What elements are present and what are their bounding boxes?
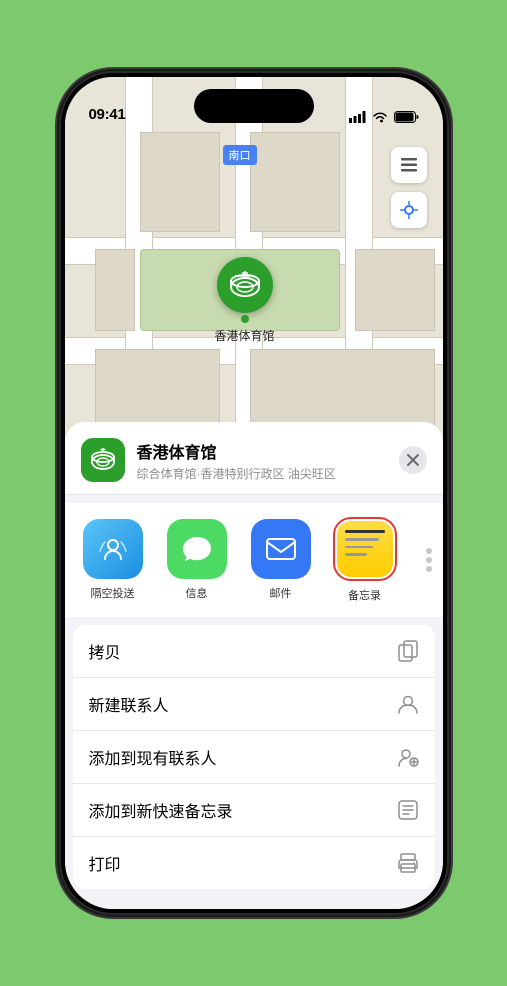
location-name: 香港体育馆 [137,439,387,463]
action-print-label: 打印 [89,851,121,875]
share-label-notes: 备忘录 [348,587,381,603]
airdrop-icon [83,519,143,579]
signal-icon [349,111,366,123]
share-item-airdrop[interactable]: 隔空投送 [73,519,153,601]
copy-icon [397,640,419,662]
pin-icon [217,257,273,313]
bottom-sheet: 香港体育馆 综合体育馆·香港特别行政区 油尖旺区 [65,422,443,909]
battery-icon [394,111,419,123]
action-quick-note[interactable]: 添加到新快速备忘录 [73,784,435,837]
notes-selected-border [333,517,397,581]
dynamic-island [194,89,314,123]
action-new-contact-label: 新建联系人 [89,692,169,716]
location-info: 香港体育馆 综合体育馆·香港特别行政区 油尖旺区 [137,439,387,482]
map-controls [391,147,427,228]
action-new-contact[interactable]: 新建联系人 [73,678,435,731]
more-button[interactable] [409,530,443,590]
status-time: 09:41 [89,106,126,123]
share-item-notes[interactable]: 备忘录 [325,517,405,603]
share-actions-row: 隔空投送 信息 [65,503,443,617]
action-quick-note-label: 添加到新快速备忘录 [89,798,233,822]
map-road-label: 南口 [223,145,257,165]
share-item-mail[interactable]: 邮件 [241,519,321,601]
location-detail: 综合体育馆·香港特别行政区 油尖旺区 [137,465,387,482]
share-label-airdrop: 隔空投送 [91,585,135,601]
location-button[interactable] [391,192,427,228]
map-layer-button[interactable] [391,147,427,183]
share-label-mail: 邮件 [270,585,292,601]
share-label-messages: 信息 [186,585,208,601]
stadium-pin[interactable]: 香港体育馆 [215,257,275,344]
quick-note-icon [397,799,419,821]
status-icons [349,111,419,123]
new-contact-icon [397,693,419,715]
action-add-contact[interactable]: 添加到现有联系人 [73,731,435,784]
mail-icon [251,519,311,579]
action-copy[interactable]: 拷贝 [73,625,435,678]
action-list: 拷贝 新建联系人 添加到现有联系人 [73,625,435,889]
phone-screen: 09:41 [65,77,443,909]
messages-icon [167,519,227,579]
notes-icon [337,521,393,577]
location-header: 香港体育馆 综合体育馆·香港特别行政区 油尖旺区 [65,422,443,495]
add-contact-icon [397,746,419,768]
print-icon [397,852,419,874]
share-item-messages[interactable]: 信息 [157,519,237,601]
action-add-contact-label: 添加到现有联系人 [89,745,217,769]
phone-frame: 09:41 [59,71,449,915]
close-button[interactable] [399,446,427,474]
wifi-icon [372,111,388,123]
location-icon [81,438,125,482]
pin-dot [241,315,249,323]
pin-label: 香港体育馆 [215,327,275,344]
action-print[interactable]: 打印 [73,837,435,889]
action-copy-label: 拷贝 [89,639,121,663]
